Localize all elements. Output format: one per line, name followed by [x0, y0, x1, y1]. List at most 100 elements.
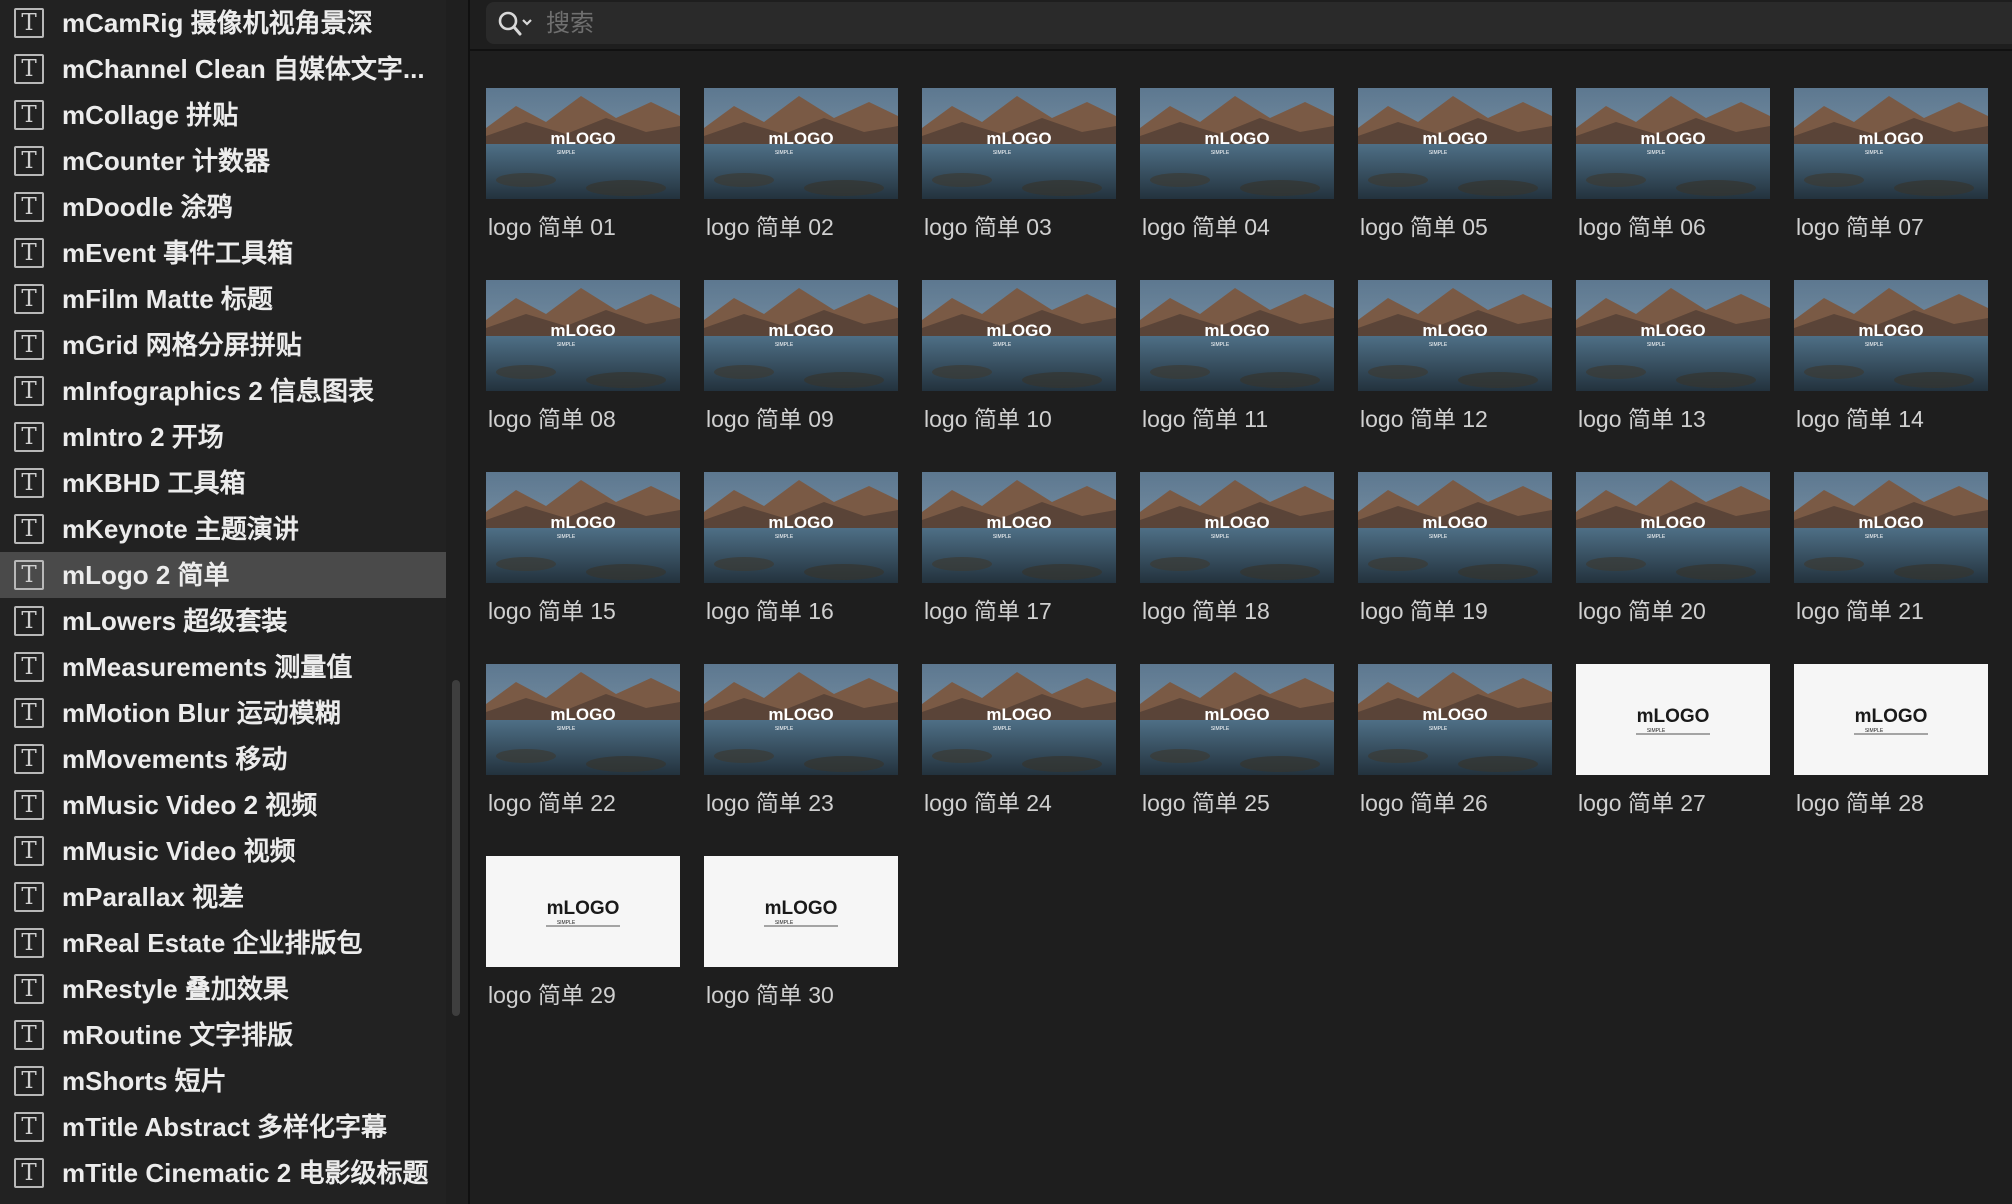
template-tile[interactable]: mLOGO SIMPLE logo 简单 28 — [1794, 664, 1988, 816]
sidebar-item[interactable]: TmLowers 超级套装 — [0, 598, 446, 644]
template-tile[interactable]: mLOGO SIMPLE logo 简单 04 — [1140, 88, 1334, 240]
template-thumbnail[interactable]: mLOGO SIMPLE — [486, 856, 680, 967]
template-thumbnail[interactable]: mLOGO SIMPLE — [486, 88, 680, 199]
template-tile[interactable]: mLOGO SIMPLE logo 简单 03 — [922, 88, 1116, 240]
template-thumbnail[interactable]: mLOGO SIMPLE — [1358, 88, 1552, 199]
template-thumbnail[interactable]: mLOGO SIMPLE — [704, 88, 898, 199]
sidebar-item[interactable]: TmShorts 短片 — [0, 1058, 446, 1104]
template-thumbnail[interactable]: mLOGO SIMPLE — [1140, 472, 1334, 583]
template-thumbnail[interactable]: mLOGO SIMPLE — [486, 472, 680, 583]
template-tile[interactable]: mLOGO SIMPLE logo 简单 07 — [1794, 88, 1988, 240]
sidebar-item[interactable]: TmMusic Video 2 视频 — [0, 782, 446, 828]
template-tile[interactable]: mLOGO SIMPLE logo 简单 05 — [1358, 88, 1552, 240]
template-thumbnail[interactable]: mLOGO SIMPLE — [1140, 88, 1334, 199]
sidebar-item[interactable]: TmCounter 计数器 — [0, 138, 446, 184]
template-thumbnail[interactable]: mLOGO SIMPLE — [486, 664, 680, 775]
sidebar-item[interactable]: TmDoodle 涂鸦 — [0, 184, 446, 230]
sidebar-item[interactable]: TmFilm Matte 标题 — [0, 276, 446, 322]
template-tile[interactable]: mLOGO SIMPLE logo 简单 19 — [1358, 472, 1552, 624]
template-tile[interactable]: mLOGO SIMPLE logo 简单 18 — [1140, 472, 1334, 624]
sidebar-item[interactable]: TmMotion Blur 运动模糊 — [0, 690, 446, 736]
template-thumbnail[interactable]: mLOGO SIMPLE — [1794, 280, 1988, 391]
sidebar-item[interactable]: TmMusic Video 视频 — [0, 828, 446, 874]
template-tile[interactable]: mLOGO SIMPLE logo 简单 29 — [486, 856, 680, 1008]
svg-text:mLOGO: mLOGO — [1204, 513, 1269, 532]
template-label: logo 简单 10 — [924, 406, 1052, 432]
template-thumbnail[interactable]: mLOGO SIMPLE — [1140, 664, 1334, 775]
template-thumbnail[interactable]: mLOGO SIMPLE — [1358, 472, 1552, 583]
sidebar-scrollbar[interactable] — [452, 680, 460, 1016]
template-tile[interactable]: mLOGO SIMPLE logo 简单 16 — [704, 472, 898, 624]
sidebar-item[interactable]: TmKeynote 主题演讲 — [0, 506, 446, 552]
search-bar[interactable] — [486, 2, 2012, 44]
template-thumbnail[interactable]: mLOGO SIMPLE — [1358, 664, 1552, 775]
template-thumbnail[interactable]: mLOGO SIMPLE — [922, 88, 1116, 199]
sidebar-item-label: mShorts 短片 — [62, 1066, 227, 1096]
template-tile[interactable]: mLOGO SIMPLE logo 简单 09 — [704, 280, 898, 432]
template-tile[interactable]: mLOGO SIMPLE logo 简单 26 — [1358, 664, 1552, 816]
svg-text:mLOGO: mLOGO — [1640, 129, 1705, 148]
template-thumbnail[interactable]: mLOGO SIMPLE — [1576, 88, 1770, 199]
template-tile[interactable]: mLOGO SIMPLE logo 简单 12 — [1358, 280, 1552, 432]
template-tile[interactable]: mLOGO SIMPLE logo 简单 10 — [922, 280, 1116, 432]
sidebar-item-label: mRestyle 叠加效果 — [62, 974, 289, 1004]
template-thumbnail[interactable]: mLOGO SIMPLE — [486, 280, 680, 391]
template-thumbnail[interactable]: mLOGO SIMPLE — [704, 856, 898, 967]
sidebar-item[interactable]: TmRestyle 叠加效果 — [0, 966, 446, 1012]
template-thumbnail[interactable]: mLOGO SIMPLE — [704, 280, 898, 391]
template-thumbnail[interactable]: mLOGO SIMPLE — [704, 472, 898, 583]
sidebar-item[interactable]: TmInfographics 2 信息图表 — [0, 368, 446, 414]
sidebar-item[interactable]: TmCamRig 摄像机视角景深 — [0, 0, 446, 46]
template-tile[interactable]: mLOGO SIMPLE logo 简单 15 — [486, 472, 680, 624]
sidebar-item[interactable]: TmReal Estate 企业排版包 — [0, 920, 446, 966]
template-thumbnail[interactable]: mLOGO SIMPLE — [1794, 664, 1988, 775]
sidebar-item[interactable]: TmTitle Cinematic 2 电影级标题 — [0, 1150, 446, 1196]
sidebar-item[interactable]: TmParallax 视差 — [0, 874, 446, 920]
text-title-icon: T — [14, 330, 44, 360]
template-tile[interactable]: mLOGO SIMPLE logo 简单 22 — [486, 664, 680, 816]
template-thumbnail[interactable]: mLOGO SIMPLE — [922, 664, 1116, 775]
svg-text:mLOGO: mLOGO — [768, 705, 833, 724]
sidebar-item-label: mRoutine 文字排版 — [62, 1020, 294, 1050]
sidebar-item[interactable]: TmMovements 移动 — [0, 736, 446, 782]
template-label: logo 简单 03 — [924, 214, 1052, 240]
template-tile[interactable]: mLOGO SIMPLE logo 简单 23 — [704, 664, 898, 816]
template-tile[interactable]: mLOGO SIMPLE logo 简单 06 — [1576, 88, 1770, 240]
template-tile[interactable]: mLOGO SIMPLE logo 简单 27 — [1576, 664, 1770, 816]
template-tile[interactable]: mLOGO SIMPLE logo 简单 17 — [922, 472, 1116, 624]
search-icon[interactable] — [496, 9, 534, 37]
sidebar-item[interactable]: TmIntro 2 开场 — [0, 414, 446, 460]
template-thumbnail[interactable]: mLOGO SIMPLE — [704, 664, 898, 775]
template-tile[interactable]: mLOGO SIMPLE logo 简单 21 — [1794, 472, 1988, 624]
template-thumbnail[interactable]: mLOGO SIMPLE — [1576, 664, 1770, 775]
sidebar-item[interactable]: TmMeasurements 测量值 — [0, 644, 446, 690]
template-thumbnail[interactable]: mLOGO SIMPLE — [1794, 472, 1988, 583]
sidebar-item[interactable]: TmGrid 网格分屏拼贴 — [0, 322, 446, 368]
template-tile[interactable]: mLOGO SIMPLE logo 简单 25 — [1140, 664, 1334, 816]
sidebar-item[interactable]: TmRoutine 文字排版 — [0, 1012, 446, 1058]
template-tile[interactable]: mLOGO SIMPLE logo 简单 20 — [1576, 472, 1770, 624]
template-thumbnail[interactable]: mLOGO SIMPLE — [1794, 88, 1988, 199]
sidebar-item[interactable]: TmTitle Abstract 多样化字幕 — [0, 1104, 446, 1150]
search-input[interactable] — [544, 8, 1148, 40]
sidebar-item[interactable]: TmCollage 拼贴 — [0, 92, 446, 138]
template-thumbnail[interactable]: mLOGO SIMPLE — [922, 472, 1116, 583]
template-thumbnail[interactable]: mLOGO SIMPLE — [1358, 280, 1552, 391]
template-tile[interactable]: mLOGO SIMPLE logo 简单 01 — [486, 88, 680, 240]
svg-text:mLOGO: mLOGO — [1204, 705, 1269, 724]
template-thumbnail[interactable]: mLOGO SIMPLE — [1576, 280, 1770, 391]
template-tile[interactable]: mLOGO SIMPLE logo 简单 08 — [486, 280, 680, 432]
sidebar-item[interactable]: TmChannel Clean 自媒体文字... — [0, 46, 446, 92]
template-thumbnail[interactable]: mLOGO SIMPLE — [922, 280, 1116, 391]
template-tile[interactable]: mLOGO SIMPLE logo 简单 02 — [704, 88, 898, 240]
template-tile[interactable]: mLOGO SIMPLE logo 简单 24 — [922, 664, 1116, 816]
template-tile[interactable]: mLOGO SIMPLE logo 简单 30 — [704, 856, 898, 1008]
sidebar-item[interactable]: TmLogo 2 简单 — [0, 552, 446, 598]
template-thumbnail[interactable]: mLOGO SIMPLE — [1576, 472, 1770, 583]
template-tile[interactable]: mLOGO SIMPLE logo 简单 14 — [1794, 280, 1988, 432]
template-tile[interactable]: mLOGO SIMPLE logo 简单 13 — [1576, 280, 1770, 432]
sidebar-item[interactable]: TmKBHD 工具箱 — [0, 460, 446, 506]
sidebar-item[interactable]: TmEvent 事件工具箱 — [0, 230, 446, 276]
template-thumbnail[interactable]: mLOGO SIMPLE — [1140, 280, 1334, 391]
template-tile[interactable]: mLOGO SIMPLE logo 简单 11 — [1140, 280, 1334, 432]
